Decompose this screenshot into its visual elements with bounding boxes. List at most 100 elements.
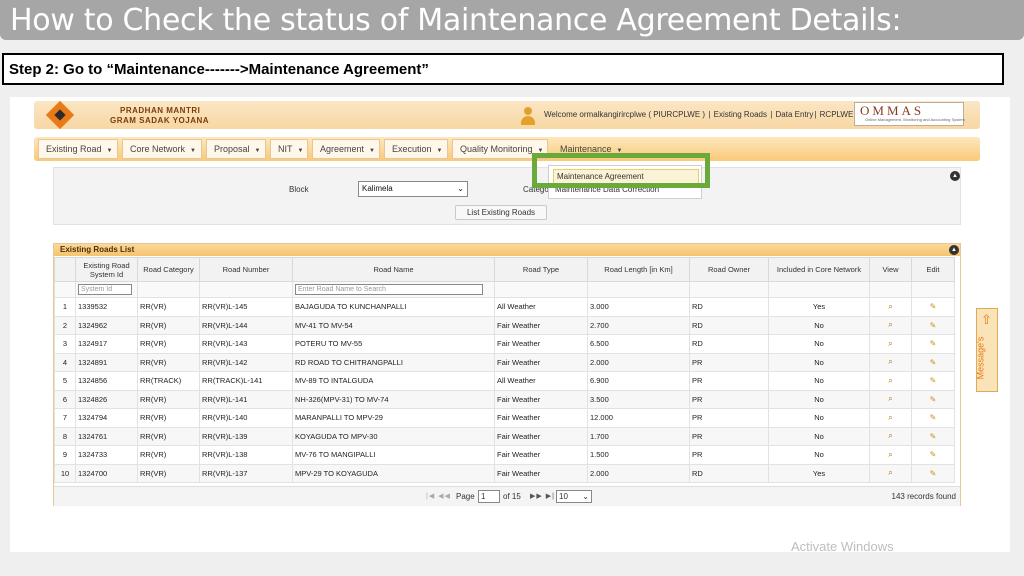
menu-execution[interactable]: Execution ▼	[384, 139, 448, 159]
table-row[interactable]: 5 1324856 RR(TRACK) RR(TRACK)L-141 MV-89 TO …	[54, 371, 955, 391]
edit-icon[interactable]: ✎	[930, 469, 937, 478]
view-icon[interactable]: ⌕	[888, 357, 892, 366]
road-name-filter-input[interactable]: Enter Road Name to Search	[295, 284, 483, 295]
messages-tab[interactable]: ⇧ Message's	[975, 308, 998, 392]
chevron-down-icon: ▼	[297, 148, 304, 154]
view-cell: ⌕	[869, 371, 912, 391]
menu-core-network[interactable]: Core Network ▼	[122, 139, 202, 159]
view-cell: ⌕	[869, 408, 912, 428]
link-data-entry[interactable]: Data Entry	[776, 110, 814, 119]
table-cell: 1324962	[75, 315, 138, 335]
link-existing-roads[interactable]: Existing Roads	[714, 110, 767, 119]
table-cell: 1339532	[75, 297, 138, 317]
edit-icon[interactable]: ✎	[930, 432, 937, 441]
app-header: PRADHAN MANTRI GRAM SADAK YOJANA Welcome…	[34, 100, 980, 130]
table-cell: MV-76 TO MANGIPALLI	[292, 445, 495, 465]
table-cell: 1324733	[75, 445, 138, 465]
table-cell: MARANPALLI TO MPV-29	[292, 408, 495, 428]
table-row[interactable]: 9 1324733 RR(VR) RR(VR)L-138 MV-76 TO MANGIP…	[54, 445, 955, 465]
edit-icon[interactable]: ✎	[930, 339, 937, 348]
page-number-input[interactable]: 1	[478, 490, 500, 503]
table-cell: Fair Weather	[494, 389, 588, 409]
page-size-select[interactable]: 10 ⌄	[556, 490, 592, 503]
system-id-filter-input[interactable]: System Id	[78, 284, 132, 295]
logo-line2: GRAM SADAK YOJANA	[110, 116, 210, 125]
table-row[interactable]: 1 1339532 RR(VR) RR(VR)L-145 BAJAGUDA TO KUN…	[54, 297, 955, 317]
edit-cell: ✎	[911, 463, 955, 483]
col-header[interactable]: Road Name	[292, 257, 495, 282]
collapse-table-icon[interactable]: ▲	[949, 245, 959, 255]
menu-proposal[interactable]: Proposal ▼	[206, 139, 266, 159]
view-icon[interactable]: ⌕	[888, 394, 892, 403]
table-cell: 2	[54, 315, 76, 335]
collapse-search-icon[interactable]: ▲	[950, 171, 960, 181]
table-cell: No	[768, 426, 870, 446]
records-count: 143 records found	[891, 492, 957, 501]
col-header[interactable]: Included in Core Network	[768, 257, 870, 282]
table-row[interactable]: 7 1324794 RR(VR) RR(VR)L-140 MARANPALLI TO M…	[54, 408, 955, 428]
table-cell: 1	[54, 297, 76, 317]
view-icon[interactable]: ⌕	[888, 376, 892, 385]
table-row[interactable]: 4 1324891 RR(VR) RR(VR)L-142 RD ROAD TO CHIT…	[54, 352, 955, 372]
table-cell: 9	[54, 445, 76, 465]
table-cell: POTERU TO MV-55	[292, 334, 495, 354]
table-cell: RR(VR)L-141	[199, 389, 293, 409]
table-cell: KOYAGUDA TO MPV-30	[292, 426, 495, 446]
existing-roads-table: Existing Road System Id Road Category Ro…	[54, 257, 955, 483]
col-header[interactable]: Existing Road System Id	[75, 257, 138, 282]
table-cell: 7	[54, 408, 76, 428]
menu-existing-road[interactable]: Existing Road ▼	[38, 139, 118, 159]
view-icon[interactable]: ⌕	[888, 431, 892, 440]
table-cell: RD ROAD TO CHITRANGPALLI	[292, 352, 495, 372]
chevron-down-icon: ▼	[369, 148, 375, 154]
table-row[interactable]: 6 1324826 RR(VR) RR(VR)L-141 NH-326(MPV-31) …	[54, 389, 955, 409]
col-header[interactable]: Road Owner	[689, 257, 769, 282]
col-header[interactable]: Road Number	[199, 257, 293, 282]
list-existing-roads-button[interactable]: List Existing Roads	[455, 205, 547, 220]
col-header[interactable]: Road Category	[137, 257, 200, 282]
arrow-up-icon: ⇧	[981, 312, 992, 327]
first-prev-page-icon[interactable]: |◀ ◀◀	[426, 492, 451, 500]
next-last-page-icon[interactable]: ▶▶ ▶|	[530, 492, 555, 500]
view-icon[interactable]: ⌕	[888, 339, 892, 348]
table-row[interactable]: 8 1324761 RR(VR) RR(VR)L-139 KOYAGUDA TO MPV…	[54, 426, 955, 446]
table-cell: RR(VR)L-140	[199, 408, 293, 428]
menu-label: Quality Monitoring	[460, 144, 533, 154]
edit-icon[interactable]: ✎	[930, 450, 937, 459]
menu-nit[interactable]: NIT ▼	[270, 139, 308, 159]
pmgsy-logo-icon	[45, 100, 75, 130]
edit-icon[interactable]: ✎	[930, 358, 937, 367]
view-icon[interactable]: ⌕	[888, 302, 892, 311]
col-header[interactable]: Road Type	[494, 257, 588, 282]
col-header[interactable]: Road Length [in Km]	[587, 257, 690, 282]
pager: |◀ ◀◀ Page 1 of 15 ▶▶ ▶| 10 ⌄ 143 records…	[54, 486, 960, 506]
view-icon[interactable]: ⌕	[888, 320, 892, 329]
edit-cell: ✎	[911, 426, 955, 446]
table-row[interactable]: 2 1324962 RR(VR) RR(VR)L-144 MV-41 TO MV-54 F…	[54, 315, 955, 335]
view-icon[interactable]: ⌕	[888, 450, 892, 459]
table-cell: 8	[54, 426, 76, 446]
menu-label: Proposal	[214, 144, 250, 154]
edit-icon[interactable]: ✎	[930, 302, 937, 311]
table-cell: 6.900	[587, 371, 690, 391]
table-cell: 6	[54, 389, 76, 409]
edit-cell: ✎	[911, 445, 955, 465]
block-select[interactable]: Kalimela ⌄	[358, 181, 468, 197]
link-rcplwe[interactable]: RCPLWE	[820, 110, 854, 119]
edit-cell: ✎	[911, 297, 955, 317]
menu-agreement[interactable]: Agreement ▼	[312, 139, 380, 159]
table-row[interactable]: 10 1324700 RR(VR) RR(VR)L-137 MPV-29 TO KOYA…	[54, 463, 955, 483]
table-cell: RR(VR)	[137, 315, 200, 335]
table-cell: RR(VR)	[137, 352, 200, 372]
table-cell: 1324761	[75, 426, 138, 446]
edit-icon[interactable]: ✎	[930, 376, 937, 385]
edit-icon[interactable]: ✎	[930, 395, 937, 404]
filter-row: System Id Enter Road Name to Search	[54, 281, 955, 298]
col-header: View	[869, 257, 912, 282]
edit-icon[interactable]: ✎	[930, 413, 937, 422]
chevron-down-icon: ▼	[106, 148, 113, 154]
edit-icon[interactable]: ✎	[930, 321, 937, 330]
view-icon[interactable]: ⌕	[888, 413, 892, 422]
view-icon[interactable]: ⌕	[888, 468, 892, 477]
table-row[interactable]: 3 1324917 RR(VR) RR(VR)L-143 POTERU TO MV-55…	[54, 334, 955, 354]
